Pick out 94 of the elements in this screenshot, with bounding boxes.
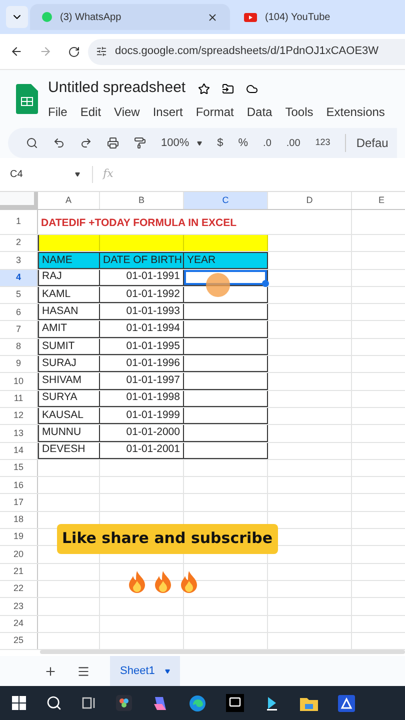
column-heading: DATE OF BIRTH [100, 252, 184, 269]
caret-icon [75, 172, 80, 177]
browser-tab[interactable]: (104) YouTube [232, 4, 402, 30]
highlight-cell [38, 235, 100, 252]
column-header[interactable]: D [268, 192, 352, 209]
tab-list-button[interactable] [6, 6, 28, 28]
zoom-dropdown[interactable]: 100% [161, 134, 202, 152]
table-cell: 01-01-1992 [100, 286, 184, 304]
app-icon[interactable] [116, 695, 132, 711]
table-cell: HASAN [38, 304, 100, 320]
horizontal-scrollbar[interactable] [40, 650, 405, 654]
menu-item[interactable]: Extensions [326, 102, 385, 121]
table-cell: SHIVAM [38, 373, 100, 390]
app-icon[interactable] [338, 694, 355, 712]
fx-label: fx [92, 166, 114, 183]
windows-icon[interactable] [12, 696, 26, 710]
paint-format-icon[interactable] [134, 137, 146, 149]
play-icon [244, 12, 257, 22]
table-cell: DEVESH [38, 442, 100, 459]
document-title[interactable]: Untitled spreadsheet [48, 77, 186, 100]
table-cell: AMIT [38, 321, 100, 338]
table-cell: 01-01-1994 [100, 321, 184, 338]
table-cell: MUNNU [38, 425, 100, 442]
column-header[interactable]: C [184, 192, 268, 209]
table-cell: 01-01-1991 [100, 270, 184, 286]
tab-title: (104) YouTube [265, 10, 332, 24]
table-cell: KAML [38, 286, 100, 304]
undo-icon[interactable] [53, 137, 65, 149]
column-header[interactable]: E [352, 192, 405, 209]
search-icon[interactable] [26, 137, 38, 149]
menu-item[interactable]: Tools [285, 102, 314, 121]
cursor-highlight [206, 273, 230, 297]
site-settings-icon[interactable] [96, 46, 107, 57]
back-icon[interactable] [10, 45, 23, 58]
table-cell: KAUSAL [38, 408, 100, 424]
currency-button[interactable]: $ [217, 134, 224, 152]
table-cell: 01-01-1999 [100, 408, 184, 424]
sheet-title: DATEDIF +TODAY FORMULA IN EXCEL [41, 216, 237, 232]
sheets-logo-icon [16, 84, 38, 114]
sheet-tab[interactable]: Sheet1 [110, 656, 180, 686]
star-icon[interactable] [198, 82, 210, 94]
search-icon[interactable] [46, 695, 62, 711]
row-number[interactable]: 4 [0, 270, 38, 286]
browser-tab[interactable]: (3) WhatsApp [30, 4, 230, 30]
table-cell: 01-01-1995 [100, 338, 184, 356]
number-format-button[interactable]: 123 [315, 136, 330, 150]
table-cell: 01-01-2000 [100, 425, 184, 442]
table-cell: SURAJ [38, 356, 100, 372]
table-cell: 01-01-1998 [100, 390, 184, 407]
menu-item[interactable]: Format [196, 102, 234, 121]
table-cell: 01-01-1997 [100, 373, 184, 390]
app-icon[interactable] [152, 694, 169, 712]
table-cell: SURYA [38, 390, 100, 407]
folder-icon[interactable] [300, 696, 318, 710]
chat-icon [42, 12, 52, 22]
folder-icon[interactable] [222, 82, 234, 94]
close-icon[interactable] [207, 12, 218, 22]
cloud-icon[interactable] [246, 82, 258, 94]
menu-item[interactable]: Data [246, 102, 272, 121]
address-bar[interactable]: docs.google.com/spreadsheets/d/1PdnOJ1xCAOE3W [88, 38, 405, 64]
table-cell: 01-01-1996 [100, 356, 184, 372]
redo-icon[interactable] [80, 137, 92, 149]
browser-icon[interactable] [189, 694, 206, 712]
print-icon[interactable] [107, 137, 119, 149]
fire-icon [152, 570, 174, 594]
menu-item[interactable]: Edit [80, 102, 102, 121]
font-dropdown[interactable]: Defau [345, 134, 388, 152]
name-box[interactable]: C4 [10, 167, 80, 182]
app-icon[interactable] [226, 694, 244, 712]
fire-icon [126, 570, 148, 594]
decrease-decimal-button[interactable]: .0 [263, 136, 272, 150]
fire-icon [178, 570, 200, 594]
add-sheet-icon[interactable] [44, 664, 57, 678]
menu-item[interactable]: View [114, 102, 140, 121]
tab-title: (3) WhatsApp [60, 10, 122, 24]
menu-item[interactable]: Insert [152, 102, 183, 121]
column-heading: NAME [38, 252, 100, 269]
percent-button[interactable]: % [238, 134, 248, 152]
all-sheets-icon[interactable] [77, 664, 90, 678]
increase-decimal-button[interactable]: .00 [286, 136, 300, 150]
url-text: docs.google.com/spreadsheets/d/1PdnOJ1xCAOE3W [115, 44, 379, 60]
app-icon[interactable] [264, 695, 280, 711]
column-header[interactable]: A [38, 192, 100, 209]
caret-icon [164, 668, 170, 674]
table-cell: SUMIT [38, 338, 100, 356]
column-heading: YEAR [184, 252, 268, 269]
menu-item[interactable]: File [48, 102, 68, 121]
task-view-icon[interactable] [82, 697, 96, 709]
table-cell: RAJ [38, 270, 100, 286]
caption-text: Like share and subscribe [62, 529, 273, 547]
caret-icon [197, 140, 202, 146]
table-cell: 01-01-1993 [100, 304, 184, 320]
reload-icon[interactable] [68, 46, 80, 58]
table-cell: 01-01-2001 [100, 442, 184, 459]
